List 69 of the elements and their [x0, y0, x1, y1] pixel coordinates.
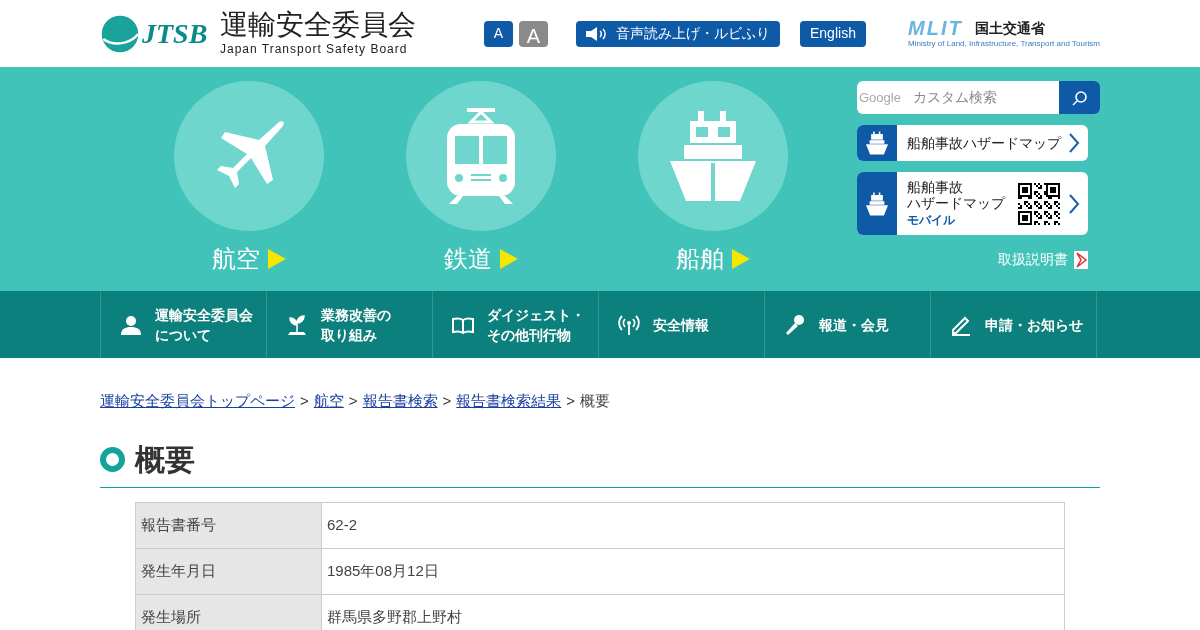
font-size-button[interactable]: A [519, 20, 548, 47]
table-header-cell: 発生場所 [135, 594, 322, 630]
nav-label: 報道・会見 [819, 315, 889, 335]
nav-item[interactable]: 運輸安全委員会 について [101, 291, 267, 358]
search-icon [1071, 89, 1088, 106]
breadcrumb-separator: > [442, 391, 452, 411]
breadcrumb-current: 概要 [580, 391, 611, 411]
nav-label: について [155, 325, 212, 345]
nav-item[interactable]: 安全情報 [599, 291, 765, 358]
category-label: 航空 [212, 244, 260, 274]
hazard-map-link[interactable]: 船舶事故 ハザードマップ モバイル [857, 172, 1088, 235]
nav-item[interactable]: 報道・会見 [765, 291, 931, 358]
heading-ring-icon [100, 446, 125, 472]
hazard-map-label: ハザードマップ [907, 194, 1005, 211]
search-button[interactable] [1059, 81, 1100, 114]
play-icon [268, 249, 286, 269]
nav-label: 取り組み [321, 325, 378, 345]
search-brand: Google [857, 81, 901, 114]
site-title: 運輸安全委員会 [220, 9, 416, 40]
nav-item[interactable]: ダイジェスト・ その他刊行物 [433, 291, 599, 358]
ship-icon [866, 191, 888, 216]
speaker-icon [586, 26, 608, 41]
table-cell: 62-2 [321, 502, 1065, 548]
english-button[interactable]: English [800, 20, 866, 47]
nav-item[interactable]: 申請・お知らせ [931, 291, 1097, 358]
breadcrumb-link[interactable]: 航空 [313, 390, 344, 413]
mobile-label: モバイル [907, 211, 956, 229]
ministry-mark: MLIT [908, 17, 963, 38]
breadcrumb-separator: > [348, 391, 358, 411]
chevron-right-icon [1068, 132, 1080, 154]
search-field[interactable]: カスタム検索 [900, 81, 1059, 114]
nav-label: ダイジェスト・ [487, 305, 585, 325]
hazard-map-label: 船舶事故ハザードマップ [907, 135, 1061, 151]
heading-text: 概要 [135, 441, 195, 478]
breadcrumb-link[interactable]: 運輸安全委員会トップページ [100, 390, 295, 413]
font-size-button[interactable]: A [484, 20, 513, 47]
train-icon [445, 108, 517, 204]
hazard-map-link[interactable]: 船舶事故ハザードマップ [857, 125, 1088, 161]
microphone-icon [783, 312, 807, 337]
category-label: 鉄道 [444, 244, 492, 274]
antenna-icon [617, 312, 641, 337]
play-icon [732, 249, 750, 269]
table-cell: 1985年08月12日 [321, 548, 1065, 594]
breadcrumb-link[interactable]: 報告書検索結果 [456, 390, 562, 413]
speech-button[interactable]: 音声読み上げ・ルビふり [576, 20, 780, 47]
table-header-cell: 発生年月日 [135, 548, 322, 594]
hazard-map-label: 船舶事故 [907, 178, 964, 195]
breadcrumb-separator: > [566, 391, 576, 411]
globe-icon [100, 13, 140, 54]
nav-label: 申請・お知らせ [985, 315, 1083, 335]
nav-label: その他刊行物 [487, 325, 572, 345]
ship-icon [866, 131, 888, 155]
table-header-cell: 報告書番号 [135, 502, 322, 548]
ministry-subtitle: Ministry of Land, Infrastructure, Transport and Tourism [908, 37, 1100, 50]
sprout-icon [285, 312, 309, 337]
site-subtitle: Japan Transport Safety Board [220, 40, 409, 58]
nav-label: 安全情報 [653, 315, 709, 335]
ministry-name: 国土交通省 [974, 18, 1045, 37]
logo-mark: JTSB [142, 16, 208, 51]
ship-icon [670, 111, 756, 201]
category-label: 船舶 [676, 244, 724, 274]
breadcrumb-link[interactable]: 報告書検索 [362, 390, 438, 413]
nav-item[interactable]: 業務改善の 取り組み [267, 291, 433, 358]
nav-label: 業務改善の [321, 305, 391, 325]
arrow-document-icon [1074, 250, 1088, 269]
nav-label: 運輸安全委員会 [155, 305, 253, 325]
breadcrumb-separator: > [300, 391, 309, 411]
play-icon [500, 249, 518, 269]
chevron-right-icon [1068, 192, 1080, 215]
